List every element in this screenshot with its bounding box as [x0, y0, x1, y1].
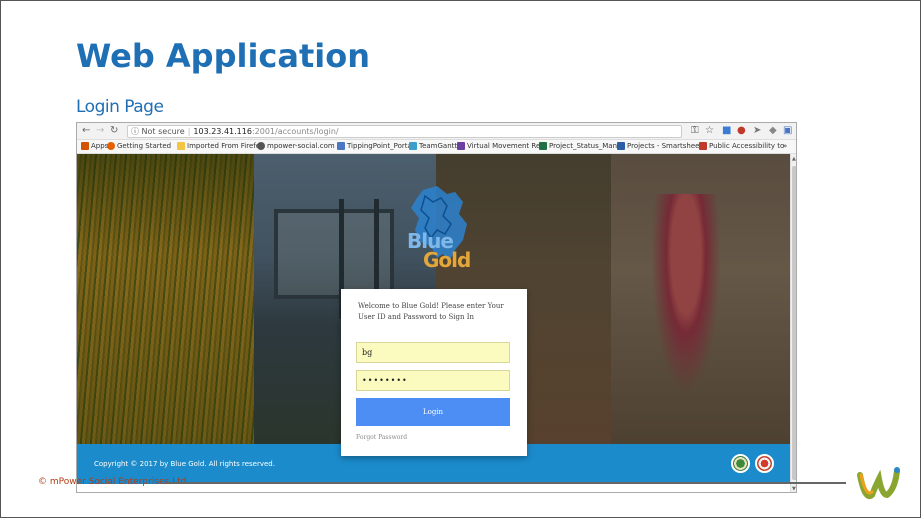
footer-divider: [164, 482, 846, 484]
back-arrow-icon[interactable]: ←: [82, 125, 90, 137]
apps-grid-icon: [81, 142, 89, 150]
sheet-icon: [699, 142, 707, 150]
globe-icon: [257, 142, 265, 150]
not-secure-label: ⓘ Not secure: [131, 127, 185, 136]
slide-title: Web Application: [76, 37, 371, 75]
extension-icon[interactable]: ■: [722, 125, 731, 137]
scroll-up-arrow-icon[interactable]: ▲: [792, 156, 796, 162]
star-icon[interactable]: ☆: [705, 125, 714, 137]
address-bar[interactable]: ⓘ Not secure | 103.23.41.116:2001/accounts…: [127, 125, 682, 138]
bookmark-getting-started[interactable]: Getting Started: [107, 142, 171, 150]
teamgantt-icon: [409, 142, 417, 150]
more-icon: »: [783, 142, 788, 150]
page-scrollbar[interactable]: ▲ ▼: [790, 154, 796, 492]
adblock-icon[interactable]: ●: [737, 125, 746, 137]
firefox-icon: [107, 142, 115, 150]
url-host: 103.23.41.116: [193, 127, 252, 136]
username-field[interactable]: bg: [356, 342, 510, 363]
page-content: Blue Gold Copyright © 2017 by Blue Gold.…: [77, 154, 790, 492]
forward-arrow-icon[interactable]: →: [96, 125, 104, 137]
password-field[interactable]: ••••••••: [356, 370, 510, 391]
key-icon[interactable]: ⚿: [691, 125, 699, 137]
page-icon: [337, 142, 345, 150]
mpower-logo-icon: [857, 467, 900, 499]
login-button[interactable]: Login: [356, 398, 510, 426]
excel-icon: [539, 142, 547, 150]
slide: Web Application Login Page ← → ↻ ⓘ Not s…: [0, 0, 921, 518]
bookmark-smartsheet[interactable]: Projects - Smartshee: [617, 142, 699, 150]
bookmark-apps[interactable]: Apps: [81, 142, 108, 150]
bookmark-mpower[interactable]: mpower-social.com -: [257, 142, 339, 150]
smartsheet-icon: [617, 142, 625, 150]
reload-icon[interactable]: ↻: [110, 125, 118, 137]
calendar-icon: [457, 142, 465, 150]
welcome-message: Welcome to Blue Gold! Please enter Your …: [358, 302, 504, 321]
bookmark-public-accessibility[interactable]: Public Accessibility to: [699, 142, 784, 150]
copyright-text: Copyright © 2017 by Blue Gold. All right…: [94, 460, 275, 468]
government-seal-icon: [731, 454, 750, 473]
scroll-down-arrow-icon[interactable]: ▼: [792, 486, 796, 492]
bookmark-teamgantt[interactable]: TeamGantt: [409, 142, 457, 150]
bookmark-project-status[interactable]: Project_Status_Mana: [539, 142, 621, 150]
logo-gold-text: Gold: [423, 248, 471, 272]
bookmark-imported[interactable]: Imported From Firefo: [177, 142, 260, 150]
bookmarks-bar: Apps Getting Started Imported From Firef…: [77, 140, 796, 154]
shield-icon[interactable]: ◆: [769, 125, 777, 137]
browser-toolbar: ← → ↻ ⓘ Not secure | 103.23.41.116:2001/ac…: [77, 123, 796, 140]
slide-subtitle: Login Page: [76, 97, 164, 117]
partner-seal-icon: [755, 454, 774, 473]
folder-icon: [177, 142, 185, 150]
url-path: :2001/accounts/login/: [251, 127, 339, 136]
bookmark-virtual-movement[interactable]: Virtual Movement Re: [457, 142, 540, 150]
extension-arrow-icon[interactable]: ➤: [753, 125, 761, 137]
browser-window: ← → ↻ ⓘ Not secure | 103.23.41.116:2001/ac…: [76, 122, 797, 493]
bookmark-more[interactable]: »: [783, 142, 787, 150]
bookmark-tippingpoint[interactable]: TippingPoint_Portal: [337, 142, 414, 150]
forgot-password-link[interactable]: Forgot Password: [356, 434, 407, 441]
scroll-thumb[interactable]: [792, 166, 796, 480]
login-card: Welcome to Blue Gold! Please enter Your …: [341, 289, 527, 456]
screenshot-icon[interactable]: ▣: [783, 125, 792, 137]
menu-icon[interactable]: ⋮: [795, 125, 796, 137]
